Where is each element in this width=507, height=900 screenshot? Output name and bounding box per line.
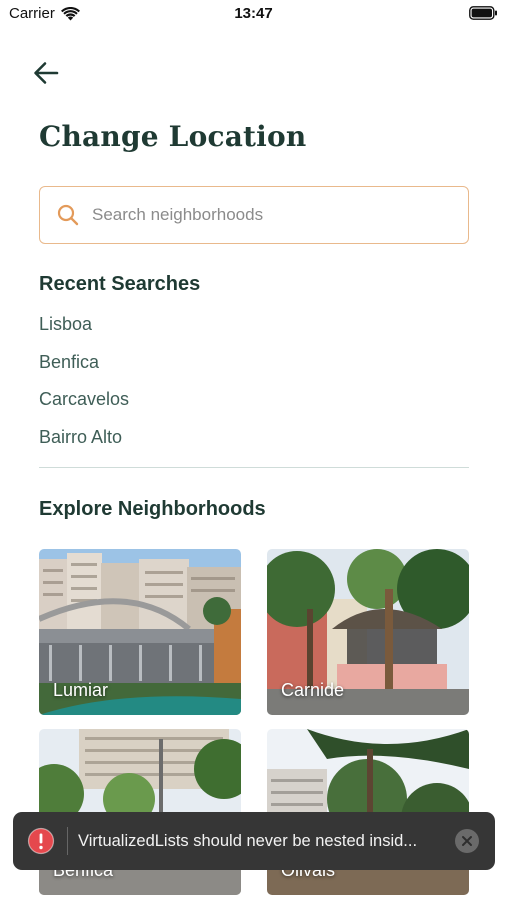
clock: 13:47	[234, 5, 273, 22]
battery-icon	[469, 6, 497, 20]
error-toast[interactable]: VirtualizedLists should never be nested …	[13, 812, 495, 870]
recent-item-carcavelos[interactable]: Carcavelos	[39, 385, 129, 423]
status-bar: Carrier 13:47	[0, 0, 507, 28]
toast-separator	[67, 827, 68, 855]
error-icon	[27, 827, 55, 855]
search-input[interactable]	[92, 205, 452, 225]
toast-message: VirtualizedLists should never be nested …	[78, 831, 418, 850]
neighborhood-card-label: Carnide	[281, 680, 345, 700]
explore-neighborhoods-title: Explore Neighborhoods	[39, 498, 266, 520]
neighborhood-card-lumiar[interactable]: Lumiar	[39, 549, 241, 715]
recent-item-bairro-alto[interactable]: Bairro Alto	[39, 423, 129, 461]
neighborhood-card-carnide[interactable]: Carnide	[267, 549, 469, 715]
back-button[interactable]	[30, 58, 62, 88]
recent-searches-list: Lisboa Benfica Carcavelos Bairro Alto	[39, 310, 129, 460]
neighborhood-card-label: Lumiar	[53, 680, 109, 700]
section-divider	[39, 467, 469, 468]
search-icon	[57, 204, 79, 226]
recent-searches-title: Recent Searches	[39, 273, 201, 295]
recent-item-lisboa[interactable]: Lisboa	[39, 310, 129, 348]
page-title: Change Location	[39, 120, 307, 153]
arrow-left-icon	[34, 62, 59, 84]
search-box[interactable]	[39, 186, 469, 244]
close-icon[interactable]	[454, 828, 480, 854]
recent-item-benfica[interactable]: Benfica	[39, 348, 129, 386]
